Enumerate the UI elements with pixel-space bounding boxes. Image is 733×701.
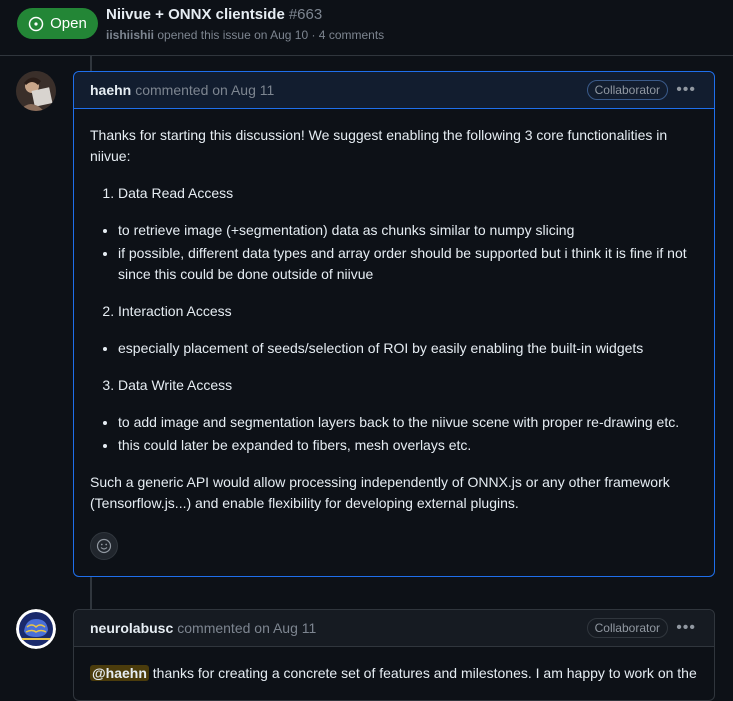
- issue-meta: iishiishii opened this issue on Aug 10 ·…: [106, 28, 384, 42]
- add-reaction-button[interactable]: [90, 532, 118, 560]
- comment-body: @haehn thanks for creating a concrete se…: [74, 647, 714, 684]
- comment-header: haehn commented on Aug 11 Collaborator ••…: [74, 72, 714, 109]
- issue-opened-icon: [28, 16, 44, 31]
- section-heading: Interaction Access: [118, 301, 698, 322]
- comment-timestamp[interactable]: commented on Aug 11: [177, 620, 316, 636]
- smiley-icon: [96, 538, 112, 554]
- section-heading: Data Write Access: [118, 375, 698, 396]
- section-bullets: especially placement of seeds/selection …: [90, 338, 698, 359]
- issue-author-link[interactable]: iishiishii: [106, 28, 154, 42]
- comment-author: neurolabusc commented on Aug 11: [90, 620, 316, 636]
- section-heading-list: Data Write Access: [90, 375, 698, 396]
- comment-neurolabusc: neurolabusc commented on Aug 11 Collabora…: [73, 609, 715, 701]
- comment-timestamp[interactable]: commented on Aug 11: [135, 82, 274, 98]
- issue-status-badge: Open: [17, 8, 98, 39]
- bullet-item: if possible, different data types and ar…: [118, 243, 698, 285]
- comment-body: Thanks for starting this discussion! We …: [74, 109, 714, 514]
- bullet-item: especially placement of seeds/selection …: [118, 338, 698, 359]
- bullet-item: this could later be expanded to fibers, …: [118, 435, 698, 456]
- comment-intro: Thanks for starting this discussion! We …: [90, 127, 668, 164]
- issue-title-text: Niivue + ONNX clientside: [106, 6, 285, 23]
- section-heading-list: Interaction Access: [90, 301, 698, 322]
- kebab-menu-icon[interactable]: •••: [676, 81, 696, 99]
- comment-outro: Such a generic API would allow processin…: [90, 474, 670, 511]
- avatar-image: [16, 609, 56, 649]
- issue-status-label: Open: [50, 15, 87, 32]
- section-bullets: to add image and segmentation layers bac…: [90, 412, 698, 456]
- user-mention-link[interactable]: @haehn: [90, 665, 149, 681]
- comment-author-name[interactable]: haehn: [90, 82, 131, 98]
- collaborator-badge: Collaborator: [586, 80, 668, 100]
- section-heading-list: Data Read Access: [90, 183, 698, 204]
- issue-meta-text: opened this issue on Aug 10 · 4 comments: [157, 28, 385, 42]
- section-bullets: to retrieve image (+segmentation) data a…: [90, 220, 698, 285]
- avatar-image: [16, 71, 56, 111]
- comment-header: neurolabusc commented on Aug 11 Collabora…: [74, 610, 714, 647]
- section-heading: Data Read Access: [118, 183, 698, 204]
- bullet-item: to add image and segmentation layers bac…: [118, 412, 698, 433]
- comment-author-name[interactable]: neurolabusc: [90, 620, 173, 636]
- avatar-neurolabusc[interactable]: [16, 609, 56, 649]
- comment-text: thanks for creating a concrete set of fe…: [148, 665, 697, 681]
- issue-header: Open Niivue + ONNX clientside #663 iishii…: [0, 0, 733, 56]
- comment-haehn: haehn commented on Aug 11 Collaborator ••…: [73, 71, 715, 577]
- avatar-haehn[interactable]: [16, 71, 56, 111]
- issue-title: Niivue + ONNX clientside #663: [106, 6, 322, 23]
- issue-number: #663: [288, 6, 323, 23]
- collaborator-badge: Collaborator: [586, 618, 668, 638]
- bullet-item: to retrieve image (+segmentation) data a…: [118, 220, 698, 241]
- comment-author: haehn commented on Aug 11: [90, 82, 274, 98]
- kebab-menu-icon[interactable]: •••: [676, 619, 696, 637]
